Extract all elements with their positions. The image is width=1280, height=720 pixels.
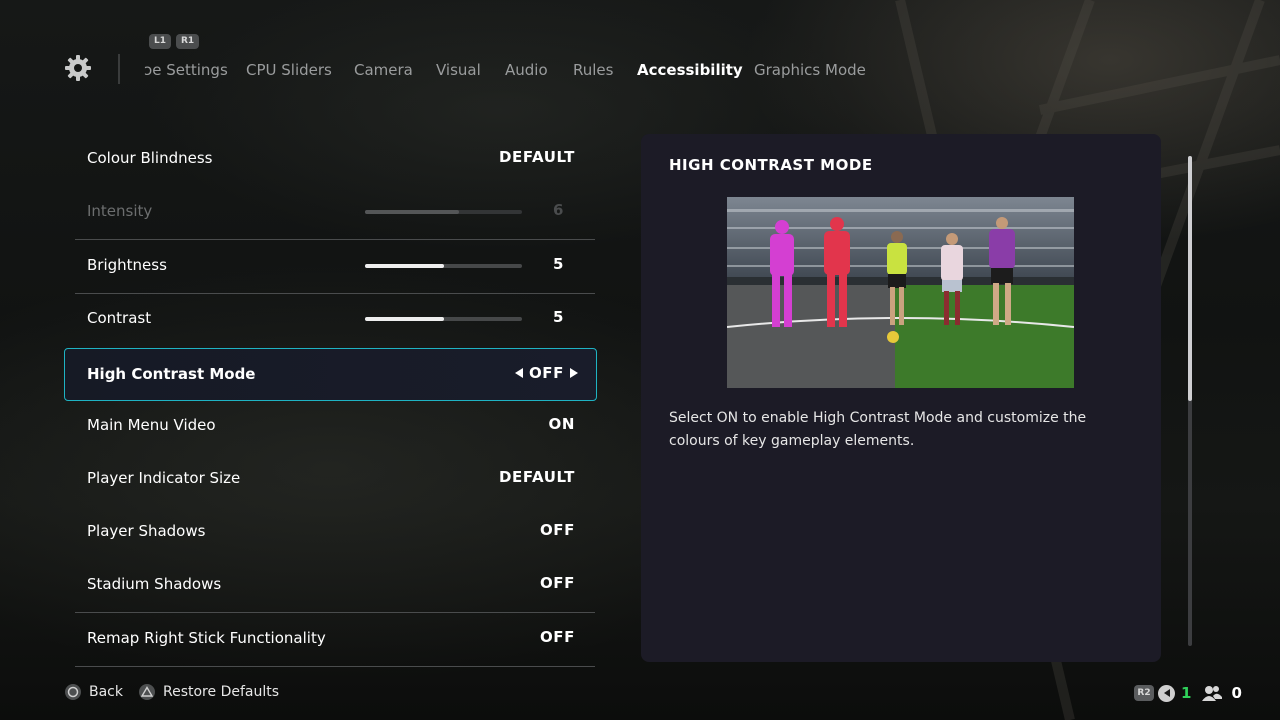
restore-defaults-label: Restore Defaults (163, 684, 280, 700)
slider-value: 5 (553, 255, 564, 273)
l1-bumper-hint: L1 (149, 34, 171, 49)
setting-colour-blindness[interactable]: Colour Blindness DEFAULT (75, 133, 595, 186)
setting-value: OFF (528, 364, 564, 382)
tab-rules[interactable]: Rules (573, 60, 613, 80)
panel-scrollbar[interactable] (1188, 156, 1192, 646)
setting-value-selector[interactable]: OFF (514, 364, 578, 382)
back-label: Back (89, 684, 123, 700)
setting-high-contrast-mode[interactable]: High Contrast Mode OFF (64, 348, 597, 401)
slider-value: 5 (553, 308, 564, 326)
description-panel: HIGH CONTRAST MODE Select ON to enable H… (641, 134, 1161, 662)
setting-label: Stadium Shadows (87, 575, 222, 593)
settings-tabs: ɔe Settings CPU Sliders Camera Visual Au… (144, 60, 884, 82)
setting-label: Colour Blindness (87, 149, 213, 167)
r2-button-icon: R2 (1134, 685, 1154, 701)
tab-accessibility[interactable]: Accessibility (637, 60, 743, 80)
tab-cpu-sliders[interactable]: CPU Sliders (246, 60, 332, 80)
setting-player-shadows[interactable]: Player Shadows OFF (75, 506, 595, 559)
setting-player-indicator-size[interactable]: Player Indicator Size DEFAULT (75, 453, 595, 506)
setting-brightness[interactable]: Brightness 5 (75, 240, 595, 294)
setting-label: Brightness (87, 256, 167, 274)
tab-camera[interactable]: Camera (354, 60, 413, 80)
setting-label: Intensity (87, 202, 153, 220)
status-bar: R2 1 0 (1134, 684, 1242, 702)
setting-label: Player Indicator Size (87, 469, 241, 487)
circle-button-icon (65, 684, 81, 700)
setting-value: DEFAULT (498, 468, 575, 486)
setting-contrast[interactable]: Contrast 5 (75, 293, 595, 346)
tab-game-settings[interactable]: ɔe Settings (144, 60, 228, 80)
back-button[interactable]: Back (65, 684, 123, 700)
high-contrast-preview-image (727, 197, 1074, 388)
gear-icon[interactable] (64, 54, 92, 82)
tab-graphics-mode[interactable]: Graphics Mode (754, 60, 866, 80)
brightness-slider[interactable] (365, 264, 522, 268)
r1-bumper-hint: R1 (176, 34, 200, 49)
setting-intensity: Intensity 6 (75, 186, 595, 240)
setting-label: High Contrast Mode (87, 365, 256, 383)
arrow-left-icon[interactable] (514, 368, 523, 378)
setting-label: Player Shadows (87, 522, 206, 540)
setting-value: OFF (539, 521, 575, 539)
setting-label: Contrast (87, 309, 152, 327)
r2-label: R2 (1137, 688, 1151, 698)
restore-defaults-button[interactable]: Restore Defaults (139, 684, 279, 700)
green-count: 1 (1181, 684, 1192, 702)
triangle-button-icon (139, 684, 155, 700)
setting-value: OFF (539, 628, 575, 646)
setting-label: Main Menu Video (87, 416, 216, 434)
setting-label: Remap Right Stick Functionality (87, 629, 326, 647)
players-icon (1202, 686, 1223, 701)
voice-chat-icon (1158, 684, 1175, 702)
players-count: 0 (1231, 684, 1242, 702)
setting-value: OFF (539, 574, 575, 592)
panel-title: HIGH CONTRAST MODE (669, 156, 873, 174)
contrast-slider[interactable] (365, 317, 522, 321)
setting-stadium-shadows[interactable]: Stadium Shadows OFF (75, 559, 595, 613)
setting-value: DEFAULT (498, 148, 575, 166)
tab-audio[interactable]: Audio (505, 60, 548, 80)
panel-description: Select ON to enable High Contrast Mode a… (669, 410, 1087, 449)
setting-main-menu-video[interactable]: Main Menu Video ON (75, 400, 595, 453)
nav-separator (118, 54, 120, 84)
setting-value: ON (548, 415, 575, 433)
arrow-right-icon[interactable] (570, 368, 578, 378)
slider-value: 6 (553, 201, 564, 219)
scrollbar-thumb[interactable] (1188, 156, 1192, 401)
tab-visual[interactable]: Visual (436, 60, 481, 80)
intensity-slider (365, 210, 522, 214)
setting-remap-right-stick[interactable]: Remap Right Stick Functionality OFF (75, 613, 595, 667)
